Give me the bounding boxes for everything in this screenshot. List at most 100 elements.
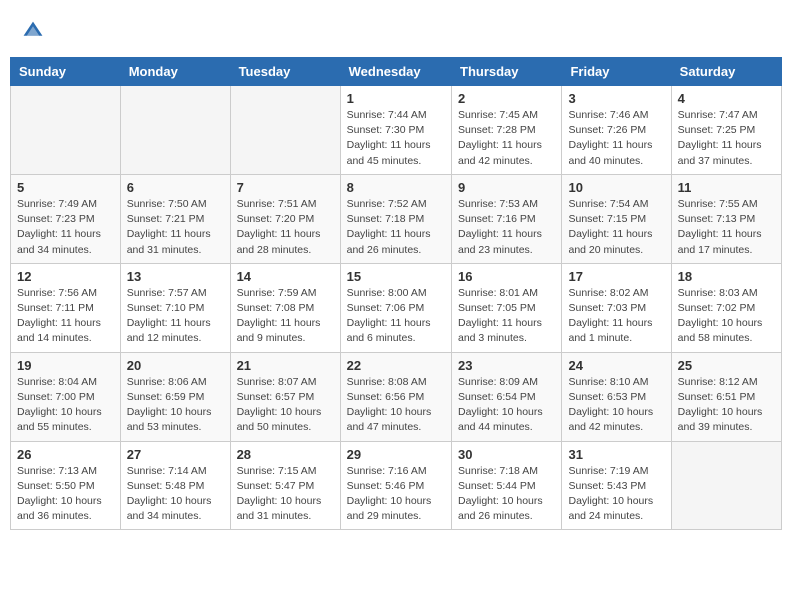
calendar-cell: 24Sunrise: 8:10 AM Sunset: 6:53 PM Dayli… — [562, 352, 671, 441]
calendar-cell — [230, 86, 340, 175]
day-number: 30 — [458, 447, 555, 462]
day-number: 20 — [127, 358, 224, 373]
calendar-cell: 22 Sunrise: 8:08 AM Sunset: 6:56 PM Dayli… — [340, 352, 451, 441]
calendar-cell: 17 Sunrise: 8:02 AM Sunset: 7:03 PM Dayli… — [562, 263, 671, 352]
day-info: Sunrise: 8:07 AM Sunset: 6:57 PM Dayligh… — [237, 375, 334, 436]
day-info: Sunrise: 7:53 AM Sunset: 7:16 PM Dayligh… — [458, 197, 555, 258]
calendar-cell: 13Sunrise: 7:57 AM Sunset: 7:10 PM Dayli… — [120, 263, 230, 352]
logo-icon — [22, 20, 44, 42]
calendar-cell: 18 Sunrise: 8:03 AM Sunset: 7:02 PM Dayli… — [671, 263, 781, 352]
weekday-header-row: SundayMondayTuesdayWednesdayThursdayFrid… — [11, 58, 782, 86]
day-info: Sunrise: 7:46 AM Sunset: 7:26 PM Dayligh… — [568, 108, 664, 169]
day-info: Sunrise: 8:08 AM Sunset: 6:56 PM Dayligh… — [347, 375, 445, 436]
day-number: 23 — [458, 358, 555, 373]
calendar-week-row: 26Sunrise: 7:13 AM Sunset: 5:50 PM Dayli… — [11, 441, 782, 530]
day-info: Sunrise: 8:03 AM Sunset: 7:02 PM Dayligh… — [678, 286, 775, 347]
calendar-cell: 16 Sunrise: 8:01 AM Sunset: 7:05 PM Dayli… — [452, 263, 562, 352]
day-info: Sunrise: 7:52 AM Sunset: 7:18 PM Dayligh… — [347, 197, 445, 258]
calendar-cell: 20 Sunrise: 8:06 AM Sunset: 6:59 PM Dayli… — [120, 352, 230, 441]
day-number: 31 — [568, 447, 664, 462]
weekday-header: Wednesday — [340, 58, 451, 86]
calendar-week-row: 12 Sunrise: 7:56 AM Sunset: 7:11 PM Dayli… — [11, 263, 782, 352]
day-number: 8 — [347, 180, 445, 195]
calendar-cell: 7Sunrise: 7:51 AM Sunset: 7:20 PM Daylig… — [230, 174, 340, 263]
day-info: Sunrise: 7:15 AM Sunset: 5:47 PM Dayligh… — [237, 464, 334, 525]
day-number: 15 — [347, 269, 445, 284]
day-number: 3 — [568, 91, 664, 106]
day-number: 21 — [237, 358, 334, 373]
day-info: Sunrise: 8:04 AM Sunset: 7:00 PM Dayligh… — [17, 375, 114, 436]
day-number: 12 — [17, 269, 114, 284]
day-number: 7 — [237, 180, 334, 195]
day-info: Sunrise: 8:02 AM Sunset: 7:03 PM Dayligh… — [568, 286, 664, 347]
day-number: 28 — [237, 447, 334, 462]
day-info: Sunrise: 8:09 AM Sunset: 6:54 PM Dayligh… — [458, 375, 555, 436]
day-info: Sunrise: 7:47 AM Sunset: 7:25 PM Dayligh… — [678, 108, 775, 169]
calendar-cell: 28 Sunrise: 7:15 AM Sunset: 5:47 PM Dayli… — [230, 441, 340, 530]
day-info: Sunrise: 7:50 AM Sunset: 7:21 PM Dayligh… — [127, 197, 224, 258]
calendar-cell: 21 Sunrise: 8:07 AM Sunset: 6:57 PM Dayli… — [230, 352, 340, 441]
day-info: Sunrise: 7:59 AM Sunset: 7:08 PM Dayligh… — [237, 286, 334, 347]
calendar-cell: 9 Sunrise: 7:53 AM Sunset: 7:16 PM Daylig… — [452, 174, 562, 263]
day-number: 6 — [127, 180, 224, 195]
calendar-cell: 25 Sunrise: 8:12 AM Sunset: 6:51 PM Dayli… — [671, 352, 781, 441]
calendar-cell: 14 Sunrise: 7:59 AM Sunset: 7:08 PM Dayli… — [230, 263, 340, 352]
day-info: Sunrise: 7:19 AM Sunset: 5:43 PM Dayligh… — [568, 464, 664, 525]
day-number: 18 — [678, 269, 775, 284]
day-number: 19 — [17, 358, 114, 373]
day-number: 16 — [458, 269, 555, 284]
day-info: Sunrise: 7:13 AM Sunset: 5:50 PM Dayligh… — [17, 464, 114, 525]
calendar-cell: 3 Sunrise: 7:46 AM Sunset: 7:26 PM Daylig… — [562, 86, 671, 175]
weekday-header: Tuesday — [230, 58, 340, 86]
day-info: Sunrise: 7:18 AM Sunset: 5:44 PM Dayligh… — [458, 464, 555, 525]
day-number: 17 — [568, 269, 664, 284]
day-number: 1 — [347, 91, 445, 106]
calendar-cell: 5Sunrise: 7:49 AM Sunset: 7:23 PM Daylig… — [11, 174, 121, 263]
calendar-week-row: 19 Sunrise: 8:04 AM Sunset: 7:00 PM Dayli… — [11, 352, 782, 441]
calendar-body: 1 Sunrise: 7:44 AM Sunset: 7:30 PM Daylig… — [11, 86, 782, 530]
day-info: Sunrise: 7:45 AM Sunset: 7:28 PM Dayligh… — [458, 108, 555, 169]
calendar-table: SundayMondayTuesdayWednesdayThursdayFrid… — [10, 57, 782, 530]
day-info: Sunrise: 8:01 AM Sunset: 7:05 PM Dayligh… — [458, 286, 555, 347]
day-number: 14 — [237, 269, 334, 284]
logo — [20, 20, 48, 47]
weekday-header: Saturday — [671, 58, 781, 86]
page-header — [10, 10, 782, 52]
calendar-cell: 23 Sunrise: 8:09 AM Sunset: 6:54 PM Dayli… — [452, 352, 562, 441]
day-number: 22 — [347, 358, 445, 373]
calendar-cell: 19 Sunrise: 8:04 AM Sunset: 7:00 PM Dayli… — [11, 352, 121, 441]
calendar-cell: 10Sunrise: 7:54 AM Sunset: 7:15 PM Dayli… — [562, 174, 671, 263]
day-info: Sunrise: 8:12 AM Sunset: 6:51 PM Dayligh… — [678, 375, 775, 436]
day-info: Sunrise: 7:54 AM Sunset: 7:15 PM Dayligh… — [568, 197, 664, 258]
calendar-cell: 27Sunrise: 7:14 AM Sunset: 5:48 PM Dayli… — [120, 441, 230, 530]
day-info: Sunrise: 8:10 AM Sunset: 6:53 PM Dayligh… — [568, 375, 664, 436]
day-info: Sunrise: 7:56 AM Sunset: 7:11 PM Dayligh… — [17, 286, 114, 347]
calendar-cell: 29Sunrise: 7:16 AM Sunset: 5:46 PM Dayli… — [340, 441, 451, 530]
day-info: Sunrise: 8:00 AM Sunset: 7:06 PM Dayligh… — [347, 286, 445, 347]
day-number: 11 — [678, 180, 775, 195]
day-info: Sunrise: 8:06 AM Sunset: 6:59 PM Dayligh… — [127, 375, 224, 436]
calendar-cell: 30 Sunrise: 7:18 AM Sunset: 5:44 PM Dayli… — [452, 441, 562, 530]
calendar-cell: 1 Sunrise: 7:44 AM Sunset: 7:30 PM Daylig… — [340, 86, 451, 175]
day-number: 25 — [678, 358, 775, 373]
calendar-cell — [120, 86, 230, 175]
calendar-cell: 31 Sunrise: 7:19 AM Sunset: 5:43 PM Dayli… — [562, 441, 671, 530]
day-info: Sunrise: 7:49 AM Sunset: 7:23 PM Dayligh… — [17, 197, 114, 258]
calendar-cell: 2 Sunrise: 7:45 AM Sunset: 7:28 PM Daylig… — [452, 86, 562, 175]
calendar-cell — [671, 441, 781, 530]
day-number: 4 — [678, 91, 775, 106]
calendar-cell: 8 Sunrise: 7:52 AM Sunset: 7:18 PM Daylig… — [340, 174, 451, 263]
calendar-cell: 6 Sunrise: 7:50 AM Sunset: 7:21 PM Daylig… — [120, 174, 230, 263]
calendar-week-row: 1 Sunrise: 7:44 AM Sunset: 7:30 PM Daylig… — [11, 86, 782, 175]
day-number: 2 — [458, 91, 555, 106]
day-info: Sunrise: 7:57 AM Sunset: 7:10 PM Dayligh… — [127, 286, 224, 347]
day-info: Sunrise: 7:44 AM Sunset: 7:30 PM Dayligh… — [347, 108, 445, 169]
calendar-cell: 11 Sunrise: 7:55 AM Sunset: 7:13 PM Dayli… — [671, 174, 781, 263]
calendar-cell: 4 Sunrise: 7:47 AM Sunset: 7:25 PM Daylig… — [671, 86, 781, 175]
calendar-cell: 12 Sunrise: 7:56 AM Sunset: 7:11 PM Dayli… — [11, 263, 121, 352]
weekday-header: Friday — [562, 58, 671, 86]
day-number: 9 — [458, 180, 555, 195]
weekday-header: Monday — [120, 58, 230, 86]
day-info: Sunrise: 7:55 AM Sunset: 7:13 PM Dayligh… — [678, 197, 775, 258]
calendar-cell — [11, 86, 121, 175]
